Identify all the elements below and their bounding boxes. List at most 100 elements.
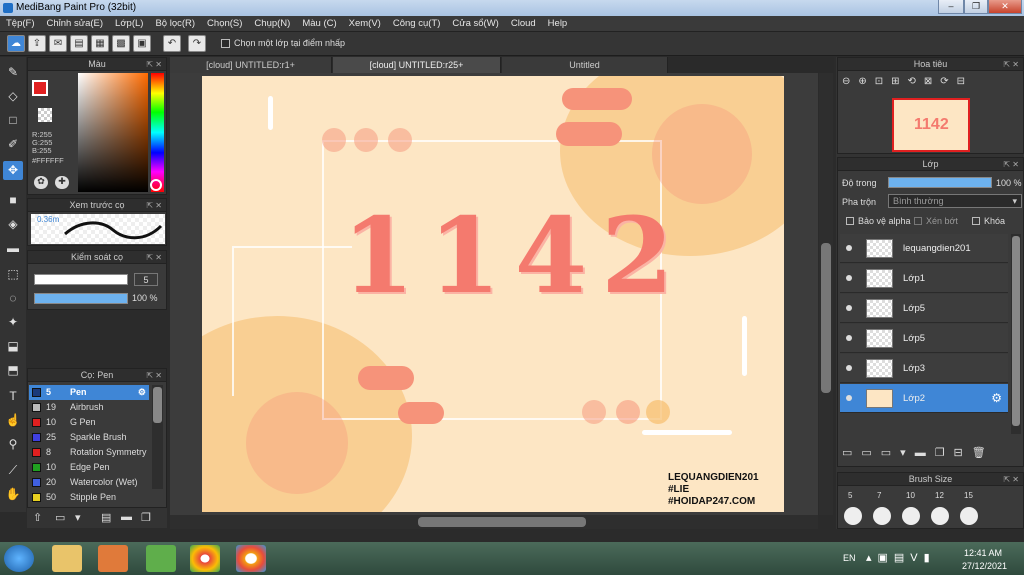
minimize-button[interactable]: – (938, 0, 964, 14)
language-indicator[interactable]: EN (843, 553, 856, 563)
layer-row[interactable]: Lớp3 (840, 354, 1008, 383)
palette-add-icon[interactable]: ✚ (55, 176, 69, 189)
menu-select[interactable]: Chọn(S) (201, 16, 248, 32)
pipette-icon[interactable]: ⟋ (3, 461, 23, 480)
horizontal-scroll-thumb[interactable] (418, 517, 586, 527)
brush-item[interactable]: 25 Sparkle Brush (29, 430, 149, 445)
menu-color[interactable]: Màu (C) (296, 16, 342, 32)
brush-size-preset[interactable] (873, 507, 891, 525)
canvas-horizontal-scrollbar[interactable] (170, 515, 818, 529)
rect-tool-icon[interactable]: □ (3, 111, 23, 130)
eyedropper-icon[interactable]: ⚲ (3, 435, 23, 454)
foreground-color-swatch[interactable] (32, 80, 48, 96)
transparent-swatch[interactable] (38, 108, 52, 122)
pen-tool-icon[interactable]: ✐ (3, 135, 23, 154)
artboard[interactable]: 1142 LEQUANGDIEN201 #LIE #HOIDAP247.COM (202, 76, 784, 512)
brush-settings-icon[interactable]: ▤ (101, 511, 111, 524)
saturation-value-picker[interactable] (78, 73, 148, 192)
layer-row[interactable]: Lớp1 (840, 264, 1008, 293)
clipping-checkbox[interactable] (914, 217, 922, 225)
operation-icon[interactable]: ☝ (3, 411, 23, 430)
folder-icon[interactable]: ▬ (121, 511, 132, 523)
navigator-thumbnail[interactable]: 1142 (892, 98, 970, 152)
document-icon[interactable]: ▦ (91, 35, 109, 52)
new-brush-icon[interactable]: ▭ (55, 511, 65, 524)
fill-rect-icon[interactable]: ■ (3, 191, 23, 210)
tab-document-2[interactable]: [cloud] UNTITLED:r25+ (333, 57, 501, 73)
tray-icons[interactable]: ▴▣▤V▮ (866, 551, 936, 564)
eye-icon[interactable] (846, 335, 852, 341)
brush-size-preset[interactable] (844, 507, 862, 525)
hue-slider[interactable] (151, 73, 164, 192)
chrome-icon[interactable] (190, 545, 220, 572)
palette-icon[interactable]: ✿ (34, 176, 48, 189)
text-tool-icon[interactable]: T (3, 387, 23, 406)
panel-expand-icon[interactable]: ⇱ ✕ (146, 251, 162, 264)
layer-opacity-slider[interactable] (888, 177, 992, 188)
menu-edit[interactable]: Chỉnh sửa(E) (41, 16, 110, 32)
brush-opacity-slider[interactable] (34, 293, 128, 304)
comment-icon[interactable]: ✉ (49, 35, 67, 52)
eye-icon[interactable] (846, 395, 852, 401)
tab-document-3[interactable]: Untitled (502, 57, 668, 73)
brush-menu-icon[interactable]: ▾ (75, 511, 81, 524)
eraser-tool-icon[interactable]: ◇ (3, 87, 23, 106)
panel-expand-icon[interactable]: ⇱ ✕ (146, 369, 162, 382)
panel-expand-icon[interactable]: ⇱ ✕ (146, 199, 162, 212)
panel-expand-icon[interactable]: ⇱ ✕ (1003, 158, 1019, 171)
print-icon[interactable]: ▤ (70, 35, 88, 52)
medibang-icon[interactable] (236, 545, 266, 572)
menu-filter[interactable]: Bộ lọc(R) (149, 16, 201, 32)
brush-item[interactable]: 10 Edge Pen (29, 460, 149, 475)
gear-icon[interactable]: ⚙ (991, 391, 1002, 405)
brush-item[interactable]: 20 Watercolor (Wet) (29, 475, 149, 490)
layer-row[interactable]: Lớp2 ⚙ (840, 384, 1008, 413)
layer-row[interactable]: lequangdien201 (840, 234, 1008, 263)
gear-icon[interactable]: ⚙ (138, 385, 146, 400)
brush-size-preset[interactable] (960, 507, 978, 525)
menu-window[interactable]: Cửa sổ(W) (446, 16, 504, 32)
start-button[interactable] (4, 545, 34, 572)
hue-handle[interactable] (150, 179, 162, 191)
menu-file[interactable]: Tệp(F) (0, 16, 41, 32)
lasso-icon[interactable]: ◌ (3, 289, 23, 308)
layer-actions-bar[interactable]: ▭▭▭▾▬❐⊟🗑 (842, 446, 1022, 464)
move-tool-icon[interactable]: ✥ (3, 161, 23, 180)
add-brush-icon[interactable]: ⇧ (33, 511, 42, 524)
grid-icon[interactable]: ▩ (112, 35, 130, 52)
blend-mode-select[interactable]: Bình thường ▾ (888, 194, 1022, 208)
select-rect-icon[interactable]: ⬚ (3, 265, 23, 284)
eye-icon[interactable] (846, 245, 852, 251)
brush-item[interactable]: 10 G Pen (29, 415, 149, 430)
layer-row[interactable]: Lớp5 (840, 324, 1008, 353)
select-layer-checkbox[interactable] (221, 39, 230, 48)
maximize-button[interactable]: ❐ (964, 0, 988, 14)
menu-layer[interactable]: Lớp(L) (109, 16, 149, 32)
menu-cloud[interactable]: Cloud (505, 16, 542, 32)
layer-list-scrollbar[interactable] (1011, 234, 1021, 434)
menu-help[interactable]: Help (542, 16, 574, 32)
app-icon-green[interactable] (146, 545, 176, 572)
copy-icon[interactable]: ❐ (141, 511, 151, 524)
brush-size-slider[interactable] (34, 274, 128, 285)
navigator-zoom-buttons[interactable]: ⊖⊕⊡⊞⟲⊠⟳⊟ (842, 76, 1022, 94)
brush-list-scrollbar[interactable] (152, 385, 163, 489)
brush-size-preset[interactable] (931, 507, 949, 525)
panel-expand-icon[interactable]: ⇱ ✕ (146, 58, 162, 71)
brush-item[interactable]: 8 Rotation Symmetry (29, 445, 149, 460)
canvas-vertical-scrollbar[interactable] (819, 73, 833, 515)
cloud-icon[interactable]: ☁ (7, 35, 25, 52)
panel-icon[interactable]: ▣ (133, 35, 151, 52)
close-button[interactable]: ✕ (988, 0, 1022, 14)
share-icon[interactable]: ⇪ (28, 35, 46, 52)
hand-tool-icon[interactable]: ✋ (3, 485, 23, 504)
tab-document-1[interactable]: [cloud] UNTITLED:r1+ (170, 57, 332, 73)
brush-size-value[interactable]: 5 (134, 273, 158, 286)
eye-icon[interactable] (846, 305, 852, 311)
bucket-tool-icon[interactable]: ◈ (3, 215, 23, 234)
media-player-icon[interactable] (98, 545, 128, 572)
gradient-tool-icon[interactable]: ▬ (3, 239, 23, 258)
panel-expand-icon[interactable]: ⇱ ✕ (1003, 473, 1019, 486)
select-pen-icon[interactable]: ⬓ (3, 337, 23, 356)
redo-icon[interactable]: ↷ (188, 35, 206, 52)
